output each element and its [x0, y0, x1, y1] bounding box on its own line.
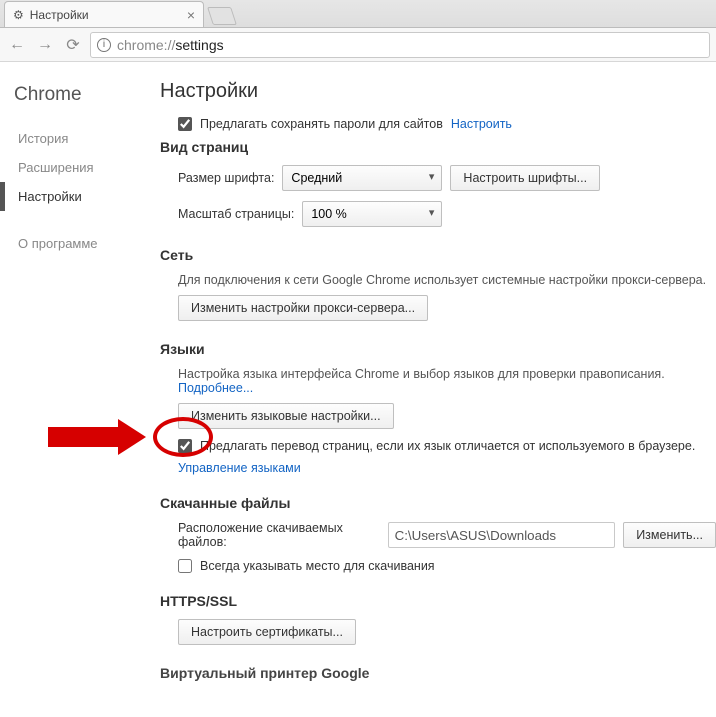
- download-ask-row: Всегда указывать место для скачивания: [178, 559, 716, 573]
- languages-desc-text: Настройка языка интерфейса Chrome и выбо…: [178, 367, 665, 381]
- translate-row: Предлагать перевод страниц, если их язык…: [178, 439, 716, 453]
- section-title-cloudprint: Виртуальный принтер Google: [160, 665, 716, 681]
- sidebar-item-settings[interactable]: Настройки: [14, 182, 150, 211]
- section-title-appearance: Вид страниц: [160, 139, 716, 155]
- page-title: Настройки: [160, 80, 716, 103]
- download-path-label: Расположение скачиваемых файлов:: [178, 521, 380, 549]
- font-size-label: Размер шрифта:: [178, 171, 274, 185]
- section-languages: Языки Настройка языка интерфейса Chrome …: [160, 341, 716, 475]
- languages-desc: Настройка языка интерфейса Chrome и выбо…: [178, 367, 716, 395]
- manage-languages-link[interactable]: Управление языками: [178, 461, 301, 475]
- browser-toolbar: ← → ⟳ i chrome://settings: [0, 28, 716, 62]
- info-icon: i: [97, 38, 111, 52]
- section-title-https: HTTPS/SSL: [160, 593, 716, 609]
- section-downloads: Скачанные файлы Расположение скачиваемых…: [160, 495, 716, 573]
- section-title-downloads: Скачанные файлы: [160, 495, 716, 511]
- main-panel: Настройки Предлагать сохранять пароли дл…: [150, 62, 716, 717]
- download-path-row: Расположение скачиваемых файлов: Изменит…: [178, 521, 716, 549]
- download-ask-checkbox[interactable]: [178, 559, 192, 573]
- sidebar-item-about[interactable]: О программе: [14, 229, 150, 258]
- customize-fonts-button[interactable]: Настроить шрифты...: [450, 165, 600, 191]
- page-zoom-label: Масштаб страницы:: [178, 207, 294, 221]
- tab-title: Настройки: [30, 8, 89, 22]
- section-https: HTTPS/SSL Настроить сертификаты...: [160, 593, 716, 645]
- forward-button[interactable]: →: [34, 34, 56, 56]
- page-zoom-row: Масштаб страницы: 100 %: [178, 201, 716, 227]
- section-appearance: Вид страниц Размер шрифта: Средний Настр…: [160, 139, 716, 227]
- download-path-input[interactable]: [388, 522, 616, 548]
- translate-label: Предлагать перевод страниц, если их язык…: [200, 439, 695, 453]
- font-size-select[interactable]: Средний: [282, 165, 442, 191]
- certificates-button[interactable]: Настроить сертификаты...: [178, 619, 356, 645]
- url-path: settings: [175, 37, 223, 53]
- passwords-checkbox[interactable]: [178, 117, 192, 131]
- passwords-configure-link[interactable]: Настроить: [451, 117, 512, 131]
- translate-checkbox[interactable]: [178, 439, 192, 453]
- sidebar: Chrome История Расширения Настройки О пр…: [0, 62, 150, 717]
- sidebar-title: Chrome: [14, 84, 150, 106]
- gear-icon: ⚙: [13, 8, 24, 22]
- reload-button[interactable]: ⟳: [62, 34, 84, 56]
- download-change-button[interactable]: Изменить...: [623, 522, 716, 548]
- passwords-label: Предлагать сохранять пароли для сайтов: [200, 117, 443, 131]
- url-host: chrome://: [117, 37, 175, 53]
- page-zoom-select[interactable]: 100 %: [302, 201, 442, 227]
- new-tab-button[interactable]: [207, 7, 237, 25]
- tab-bar: ⚙ Настройки ×: [0, 0, 716, 28]
- passwords-row: Предлагать сохранять пароли для сайтов Н…: [178, 117, 716, 131]
- back-button[interactable]: ←: [6, 34, 28, 56]
- section-title-languages: Языки: [160, 341, 716, 357]
- languages-learnmore-link[interactable]: Подробнее...: [178, 381, 253, 395]
- font-size-row: Размер шрифта: Средний Настроить шрифты.…: [178, 165, 716, 191]
- proxy-settings-button[interactable]: Изменить настройки прокси-сервера...: [178, 295, 428, 321]
- browser-tab-settings[interactable]: ⚙ Настройки ×: [4, 1, 204, 27]
- sidebar-item-history[interactable]: История: [14, 124, 150, 153]
- sidebar-item-extensions[interactable]: Расширения: [14, 153, 150, 182]
- close-icon[interactable]: ×: [187, 7, 195, 23]
- network-desc: Для подключения к сети Google Chrome исп…: [178, 273, 716, 287]
- section-title-network: Сеть: [160, 247, 716, 263]
- address-bar[interactable]: i chrome://settings: [90, 32, 710, 58]
- language-settings-button[interactable]: Изменить языковые настройки...: [178, 403, 394, 429]
- section-network: Сеть Для подключения к сети Google Chrom…: [160, 247, 716, 321]
- download-ask-label: Всегда указывать место для скачивания: [200, 559, 435, 573]
- content-area: Chrome История Расширения Настройки О пр…: [0, 62, 716, 717]
